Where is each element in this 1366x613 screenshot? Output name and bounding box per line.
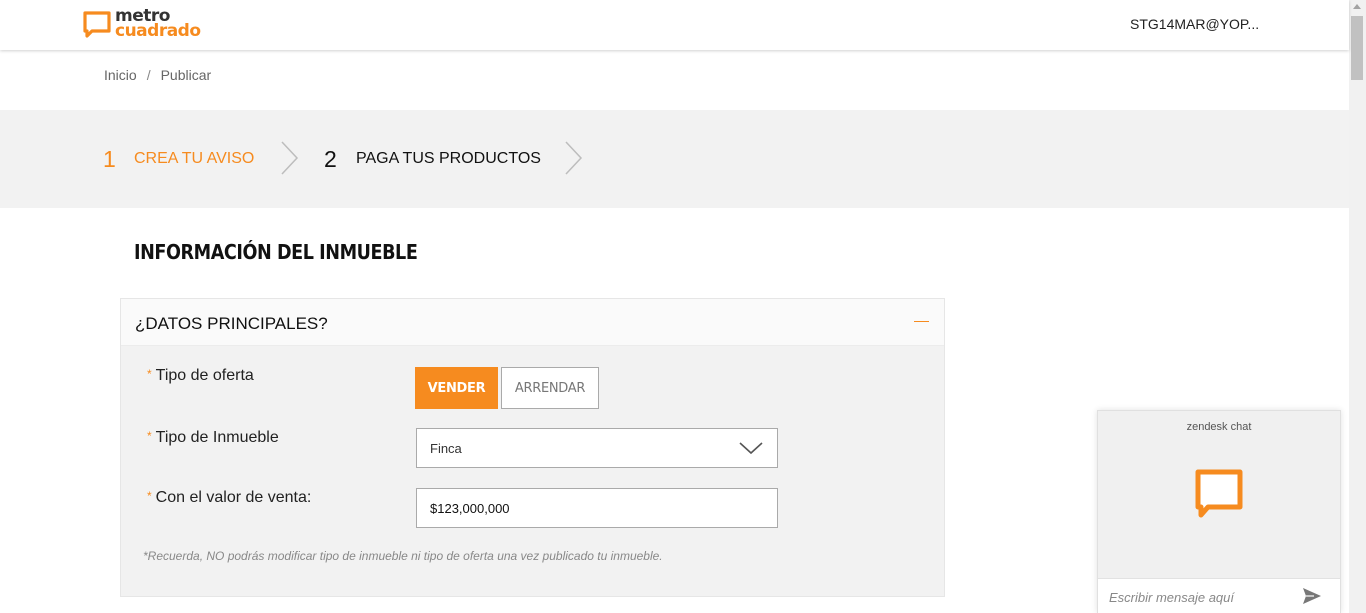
- tipo-inmueble-label: * Tipo de Inmueble: [147, 429, 279, 447]
- valor-venta-value: $123,000,000: [430, 501, 510, 516]
- collapse-minus-icon[interactable]: [914, 321, 929, 322]
- arrendar-button[interactable]: ARRENDAR: [501, 367, 599, 409]
- vender-button[interactable]: VENDER: [415, 367, 498, 409]
- chat-title: zendesk chat: [1186, 421, 1252, 433]
- section-title: INFORMACIÓN DEL INMUEBLE: [134, 240, 418, 264]
- chevron-down-icon: [739, 442, 763, 455]
- chat-logo-icon: [1195, 469, 1243, 518]
- page: metro cuadrado STG14MAR@YOP... Inicio / Pu…: [0, 0, 1366, 613]
- step-2-number: 2: [324, 146, 337, 172]
- user-account-menu[interactable]: STG14MAR@YOP...: [1130, 16, 1259, 32]
- breadcrumb: Inicio / Publicar: [104, 67, 211, 83]
- progress-steps: 1 CREA TU AVISO 2 PAGA TUS PRODUCTOS: [0, 110, 1349, 208]
- required-asterisk: *: [147, 367, 152, 381]
- metrocuadrado-logo[interactable]: metro cuadrado: [82, 6, 212, 44]
- vertical-scrollbar[interactable]: [1349, 0, 1366, 613]
- valor-venta-label-text: Con el valor de venta:: [155, 489, 312, 506]
- step-chevron-icon: [281, 141, 299, 175]
- valor-venta-input[interactable]: $123,000,000: [416, 488, 778, 528]
- scrollbar-thumb[interactable]: [1351, 16, 1363, 80]
- tipo-inmueble-label-text: Tipo de Inmueble: [155, 429, 279, 446]
- tipo-inmueble-select[interactable]: Finca: [416, 428, 778, 468]
- panel-header[interactable]: ¿DATOS PRINCIPALES?: [121, 299, 944, 346]
- breadcrumb-separator: /: [146, 67, 151, 83]
- zendesk-chat-widget[interactable]: zendesk chat Escribir mensaje aquí: [1097, 410, 1341, 613]
- scroll-up-arrow-icon[interactable]: [1353, 4, 1361, 9]
- tipo-inmueble-selected-value: Finca: [430, 441, 462, 456]
- disclaimer-note: *Recuerda, NO podrás modificar tipo de i…: [143, 549, 663, 563]
- top-header: metro cuadrado STG14MAR@YOP...: [0, 0, 1349, 50]
- step-1-label: CREA TU AVISO: [134, 150, 255, 167]
- step-1-number: 1: [103, 146, 116, 172]
- breadcrumb-item-inicio[interactable]: Inicio: [104, 67, 137, 83]
- step-2-label: PAGA TUS PRODUCTOS: [356, 150, 541, 167]
- required-asterisk: *: [147, 429, 152, 443]
- datos-principales-panel: ¿DATOS PRINCIPALES? * Tipo de oferta VEND…: [120, 298, 945, 597]
- panel-title: ¿DATOS PRINCIPALES?: [135, 314, 328, 333]
- chat-message-input[interactable]: Escribir mensaje aquí: [1098, 578, 1340, 613]
- tipo-oferta-label: * Tipo de oferta: [147, 367, 254, 385]
- valor-venta-label: * Con el valor de venta:: [147, 489, 311, 507]
- step-chevron-icon: [565, 141, 583, 175]
- logo-text-cuadrado: cuadrado: [115, 21, 201, 41]
- logo-icon: [83, 11, 111, 38]
- chat-input-placeholder: Escribir mensaje aquí: [1109, 590, 1234, 605]
- breadcrumb-item-publicar: Publicar: [160, 67, 212, 83]
- required-asterisk: *: [147, 489, 152, 503]
- tipo-oferta-label-text: Tipo de oferta: [155, 367, 254, 384]
- send-icon[interactable]: [1302, 587, 1322, 605]
